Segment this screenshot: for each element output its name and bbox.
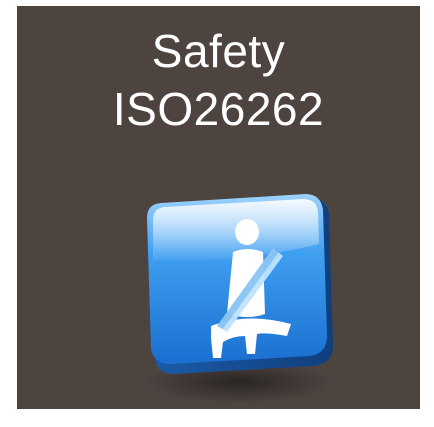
tile-title-safety: Safety [151,25,286,77]
safety-tile[interactable]: Safety ISO26262 [17,6,420,409]
seatbelt-icon [144,194,334,404]
seatbelt-app-icon[interactable] [137,186,337,406]
tile-title-standard: ISO26262 [112,83,325,135]
